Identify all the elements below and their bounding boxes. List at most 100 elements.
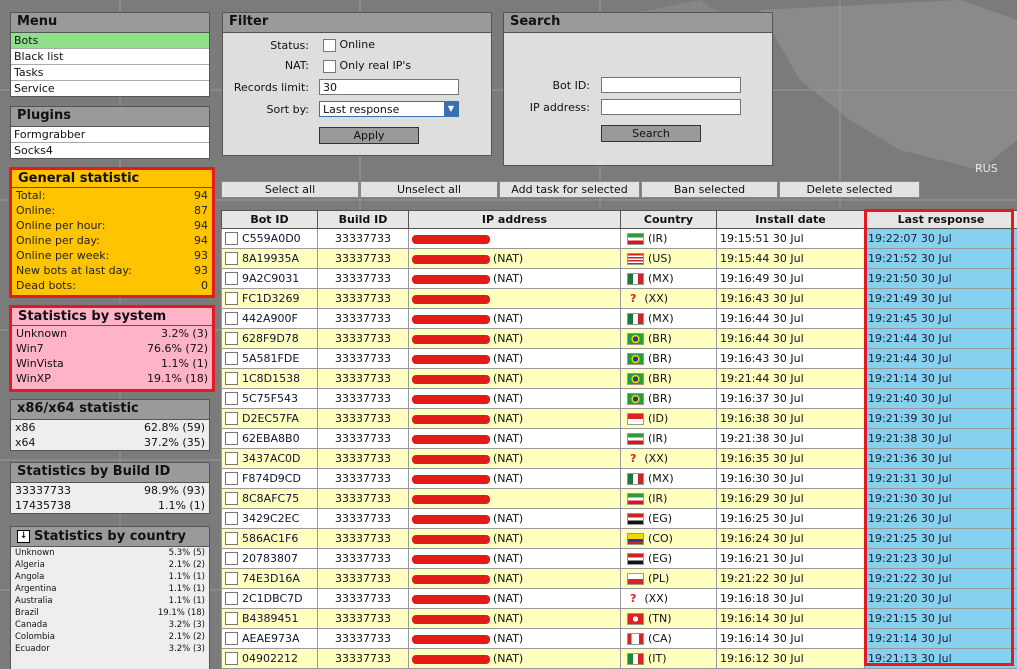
bot-id-link[interactable]: 8A19935A xyxy=(242,252,299,265)
row-checkbox[interactable] xyxy=(225,652,238,665)
bot-id-link[interactable]: 1C8D1538 xyxy=(242,372,300,385)
bot-id-link[interactable]: 628F9D78 xyxy=(242,332,299,345)
row-checkbox[interactable] xyxy=(225,412,238,425)
table-row[interactable]: 2078380733337733(NAT)(EG)19:16:21 30 Jul… xyxy=(222,549,1017,569)
country-cell: (EG) xyxy=(621,509,717,529)
bot-id-link[interactable]: 20783807 xyxy=(242,552,298,565)
plugins-panel: Plugins Formgrabber Socks4 xyxy=(10,106,210,159)
column-header-country[interactable]: Country xyxy=(621,211,717,229)
bot-id-link[interactable]: 2C1DBC7D xyxy=(242,592,303,605)
only-real-ip-checkbox[interactable]: Only real IP's xyxy=(323,59,411,73)
table-row[interactable]: 3429C2EC33337733(NAT)(EG)19:16:25 30 Jul… xyxy=(222,509,1017,529)
menu-item-service[interactable]: Service xyxy=(11,81,209,96)
bot-id-link[interactable]: 5A581FDE xyxy=(242,352,299,365)
bot-id-link[interactable]: 62EBA8B0 xyxy=(242,432,300,445)
online-checkbox[interactable]: Online xyxy=(323,38,375,52)
row-checkbox[interactable] xyxy=(225,612,238,625)
select-all-button[interactable]: Select all xyxy=(221,181,359,198)
ip-address-input[interactable] xyxy=(601,99,741,115)
bot-id-link[interactable]: C559A0D0 xyxy=(242,232,301,245)
bot-id-link[interactable]: 74E3D16A xyxy=(242,572,300,585)
table-row[interactable]: C559A0D033337733(IR)19:15:51 30 Jul19:22… xyxy=(222,229,1017,249)
table-row[interactable]: B438945133337733(NAT)(TN)19:16:14 30 Jul… xyxy=(222,609,1017,629)
bot-id-link[interactable]: B4389451 xyxy=(242,612,299,625)
row-checkbox[interactable] xyxy=(225,472,238,485)
apply-button[interactable]: Apply xyxy=(319,127,419,144)
table-row[interactable]: 442A900F33337733(NAT)(MX)19:16:44 30 Jul… xyxy=(222,309,1017,329)
bot-id-link[interactable]: D2EC57FA xyxy=(242,412,299,425)
bot-id-link[interactable]: 3437AC0D xyxy=(242,452,300,465)
country-row: Angola1.1% (1) xyxy=(11,571,209,583)
column-header-install-date[interactable]: Install date xyxy=(717,211,865,229)
row-checkbox[interactable] xyxy=(225,432,238,445)
records-limit-input[interactable]: 30 xyxy=(319,79,459,95)
bot-id-input[interactable] xyxy=(601,77,741,93)
row-checkbox[interactable] xyxy=(225,512,238,525)
ip-address-cell: (NAT) xyxy=(409,649,621,669)
bot-id-link[interactable]: 586AC1F6 xyxy=(242,532,298,545)
chevron-down-icon[interactable]: ▼ xyxy=(444,102,458,116)
row-checkbox[interactable] xyxy=(225,312,238,325)
table-row[interactable]: 586AC1F633337733(NAT)(CO)19:16:24 30 Jul… xyxy=(222,529,1017,549)
table-row[interactable]: 8A19935A33337733(NAT)(US)19:15:44 30 Jul… xyxy=(222,249,1017,269)
row-checkbox[interactable] xyxy=(225,572,238,585)
table-row[interactable]: 3437AC0D33337733(NAT)?(XX)19:16:35 30 Ju… xyxy=(222,449,1017,469)
plugin-item-formgrabber[interactable]: Formgrabber xyxy=(11,127,209,143)
install-date-cell: 19:16:12 30 Jul xyxy=(717,649,865,669)
row-checkbox[interactable] xyxy=(225,292,238,305)
plugin-item-socks4[interactable]: Socks4 xyxy=(11,143,209,158)
row-checkbox[interactable] xyxy=(225,352,238,365)
table-row[interactable]: 8C8AFC7533337733(IR)19:16:29 30 Jul19:21… xyxy=(222,489,1017,509)
row-checkbox[interactable] xyxy=(225,452,238,465)
sort-by-select[interactable]: Last response ▼ xyxy=(319,101,459,117)
ban-selected-button[interactable]: Ban selected xyxy=(641,181,778,198)
delete-selected-button[interactable]: Delete selected xyxy=(779,181,920,198)
menu-item-tasks[interactable]: Tasks xyxy=(11,65,209,81)
bot-id-link[interactable]: 8C8AFC75 xyxy=(242,492,299,505)
table-row[interactable]: 1C8D153833337733(NAT)(BR)19:21:44 30 Jul… xyxy=(222,369,1017,389)
column-header-last-response[interactable]: Last response xyxy=(865,211,1017,229)
bot-id-link[interactable]: FC1D3269 xyxy=(242,292,299,305)
row-checkbox[interactable] xyxy=(225,632,238,645)
row-checkbox[interactable] xyxy=(225,532,238,545)
table-row[interactable]: FC1D326933337733?(XX)19:16:43 30 Jul19:2… xyxy=(222,289,1017,309)
table-row[interactable]: 74E3D16A33337733(NAT)(PL)19:21:22 30 Jul… xyxy=(222,569,1017,589)
row-checkbox[interactable] xyxy=(225,592,238,605)
bot-id-link[interactable]: 04902212 xyxy=(242,652,298,665)
table-row[interactable]: 62EBA8B033337733(NAT)(IR)19:21:38 30 Jul… xyxy=(222,429,1017,449)
table-row[interactable]: 2C1DBC7D33337733(NAT)?(XX)19:16:18 30 Ju… xyxy=(222,589,1017,609)
row-checkbox[interactable] xyxy=(225,232,238,245)
row-checkbox[interactable] xyxy=(225,492,238,505)
row-checkbox[interactable] xyxy=(225,272,238,285)
column-header-ip-address[interactable]: IP address xyxy=(409,211,621,229)
table-row[interactable]: AEAE973A33337733(NAT)(CA)19:16:14 30 Jul… xyxy=(222,629,1017,649)
row-checkbox[interactable] xyxy=(225,252,238,265)
bot-id-link[interactable]: 9A2C9031 xyxy=(242,272,299,285)
menu-item-bots[interactable]: Bots xyxy=(11,33,209,49)
flag-tn-icon xyxy=(627,613,644,625)
collapse-arrow-icon[interactable]: ↓ xyxy=(17,530,30,543)
row-checkbox[interactable] xyxy=(225,332,238,345)
status-label: Status: xyxy=(223,39,309,52)
bot-id-link[interactable]: AEAE973A xyxy=(242,632,299,645)
add-task-button[interactable]: Add task for selected xyxy=(499,181,640,198)
row-checkbox[interactable] xyxy=(225,392,238,405)
table-row[interactable]: 9A2C903133337733(NAT)(MX)19:16:49 30 Jul… xyxy=(222,269,1017,289)
table-row[interactable]: D2EC57FA33337733(NAT)(ID)19:16:38 30 Jul… xyxy=(222,409,1017,429)
row-checkbox[interactable] xyxy=(225,552,238,565)
bot-id-link[interactable]: 5C75F543 xyxy=(242,392,298,405)
unselect-all-button[interactable]: Unselect all xyxy=(360,181,498,198)
table-row[interactable]: 628F9D7833337733(NAT)(BR)19:16:44 30 Jul… xyxy=(222,329,1017,349)
table-row[interactable]: F874D9CD33337733(NAT)(MX)19:16:30 30 Jul… xyxy=(222,469,1017,489)
table-row[interactable]: 5C75F54333337733(NAT)(BR)19:16:37 30 Jul… xyxy=(222,389,1017,409)
column-header-build-id[interactable]: Build ID xyxy=(318,211,409,229)
row-checkbox[interactable] xyxy=(225,372,238,385)
search-button[interactable]: Search xyxy=(601,125,701,142)
bot-id-link[interactable]: 442A900F xyxy=(242,312,298,325)
table-row[interactable]: 0490221233337733(NAT)(IT)19:16:12 30 Jul… xyxy=(222,649,1017,669)
column-header-bot-id[interactable]: Bot ID xyxy=(222,211,318,229)
table-row[interactable]: 5A581FDE33337733(NAT)(BR)19:16:43 30 Jul… xyxy=(222,349,1017,369)
bot-id-link[interactable]: 3429C2EC xyxy=(242,512,299,525)
menu-item-black-list[interactable]: Black list xyxy=(11,49,209,65)
bot-id-link[interactable]: F874D9CD xyxy=(242,472,301,485)
